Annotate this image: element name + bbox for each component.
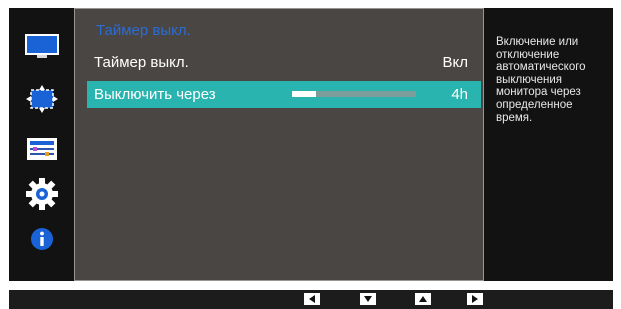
time-slider[interactable] [292,91,416,97]
menu-item-turn-off-after[interactable]: Выключить через 4h [87,81,481,108]
size-position-icon[interactable] [9,84,74,114]
monitor-icon[interactable] [9,32,74,62]
menu-item-value: Вкл [442,54,469,71]
settings-sliders-icon[interactable] [9,134,74,164]
menu-title: Таймер выкл. [96,22,191,39]
slider-fill [292,91,316,97]
menu-item-value: 4h [451,86,468,103]
info-icon[interactable] [9,224,74,254]
sidebar [9,8,74,281]
left-arrow-icon[interactable] [304,293,320,305]
up-arrow-icon[interactable] [415,293,431,305]
menu-panel: Таймер выкл. Таймер выкл. Вкл Выключить … [74,8,484,281]
down-arrow-icon[interactable] [360,293,376,305]
gear-icon[interactable] [9,178,74,210]
menu-item-label: Таймер выкл. [94,54,189,71]
osd-menu: Таймер выкл. Таймер выкл. Вкл Выключить … [9,8,613,281]
menu-item-off-timer[interactable]: Таймер выкл. Вкл [87,49,481,76]
right-arrow-icon[interactable] [467,293,483,305]
menu-item-label: Выключить через [94,86,216,103]
help-panel: Включение или отключение автоматического… [484,8,613,281]
nav-bar [9,290,613,309]
help-text: Включение или отключение автоматического… [496,36,586,124]
